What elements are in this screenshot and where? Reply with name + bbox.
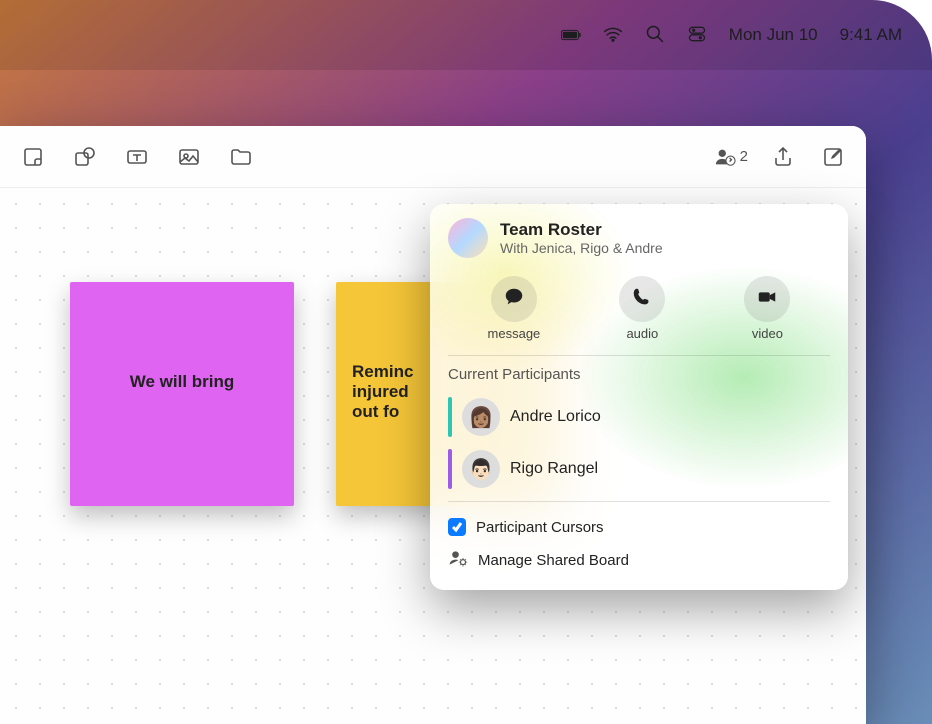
sticky-note-tool-button[interactable] [18, 144, 48, 170]
menu-date[interactable]: Mon Jun 10 [729, 25, 818, 45]
group-avatar [448, 218, 488, 258]
desktop-background: Mon Jun 10 9:41 AM [0, 0, 932, 724]
message-icon [503, 286, 525, 313]
shapes-tool-button[interactable] [70, 144, 100, 170]
participant-avatar: 👩🏽 [462, 398, 500, 436]
participant-color-bar [448, 397, 452, 437]
video-action[interactable]: video [744, 276, 790, 341]
new-board-button[interactable] [818, 144, 848, 170]
collaboration-popover: Team Roster With Jenica, Rigo & Andre me… [430, 204, 848, 590]
phone-icon [631, 286, 653, 313]
participant-avatar: 👨🏻 [462, 450, 500, 488]
menu-bar: Mon Jun 10 9:41 AM [0, 0, 932, 70]
participant-cursors-label: Participant Cursors [476, 519, 604, 536]
control-center-icon[interactable] [687, 24, 707, 47]
audio-label: audio [619, 326, 665, 341]
participant-row[interactable]: 👨🏻 Rigo Rangel [448, 443, 830, 495]
toolbar: 2 [0, 126, 866, 188]
participant-name: Rigo Rangel [510, 460, 598, 478]
audio-action[interactable]: audio [619, 276, 665, 341]
spotlight-search-icon[interactable] [645, 24, 665, 47]
participant-name: Andre Lorico [510, 408, 601, 426]
video-label: video [744, 326, 790, 341]
video-icon [756, 286, 778, 313]
menu-time[interactable]: 9:41 AM [840, 25, 902, 45]
collaborator-count: 2 [740, 148, 748, 165]
message-action[interactable]: message [488, 276, 541, 341]
sticky-note-text: We will bring [130, 372, 235, 391]
sticky-note-purple[interactable]: We will bring [70, 282, 294, 506]
collaborate-button[interactable]: 2 [714, 146, 748, 168]
people-gear-icon [448, 548, 468, 572]
battery-icon[interactable] [561, 25, 581, 45]
popover-subtitle: With Jenica, Rigo & Andre [500, 240, 663, 256]
share-button[interactable] [768, 144, 798, 170]
participant-cursors-toggle[interactable]: Participant Cursors [448, 512, 830, 542]
participant-color-bar [448, 449, 452, 489]
files-tool-button[interactable] [226, 144, 256, 170]
text-tool-button[interactable] [122, 144, 152, 170]
wifi-icon[interactable] [603, 24, 623, 47]
media-tool-button[interactable] [174, 144, 204, 170]
manage-shared-board-button[interactable]: Manage Shared Board [448, 542, 830, 578]
message-label: message [488, 326, 541, 341]
participant-row[interactable]: 👩🏽 Andre Lorico [448, 391, 830, 443]
manage-shared-board-label: Manage Shared Board [478, 552, 629, 569]
checkbox-checked-icon [448, 518, 466, 536]
participants-heading: Current Participants [448, 366, 830, 383]
popover-title: Team Roster [500, 220, 663, 240]
